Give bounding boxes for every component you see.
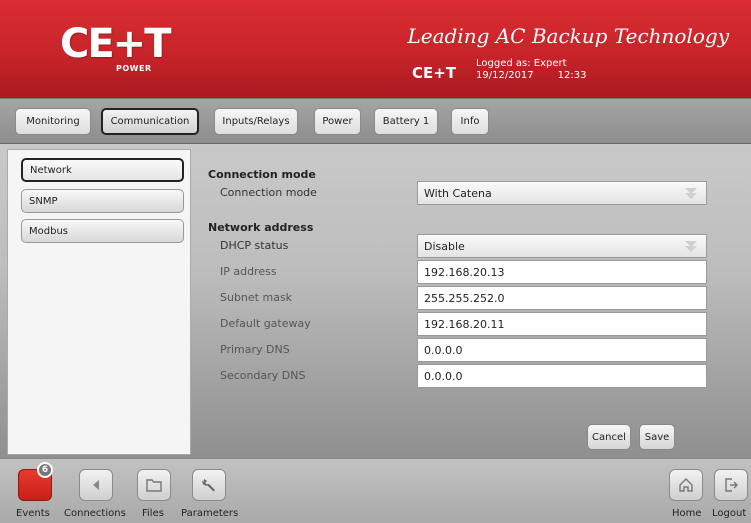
- connection-mode-heading: Connection mode: [208, 168, 316, 181]
- main-tab-bar: Monitoring Communication Inputs/Relays P…: [0, 98, 751, 144]
- dhcp-status-value: Disable: [424, 239, 465, 253]
- date-text: 19/12/2017: [476, 70, 534, 81]
- connection-mode-value: With Catena: [424, 186, 492, 200]
- tab-monitoring[interactable]: Monitoring: [15, 108, 91, 135]
- sidebar: Network SNMP Modbus: [7, 149, 191, 455]
- logout-icon: [725, 478, 738, 492]
- connections-button[interactable]: [79, 469, 113, 501]
- tab-inputs-relays[interactable]: Inputs/Relays: [214, 108, 298, 135]
- sidebar-item-modbus[interactable]: Modbus: [21, 219, 184, 243]
- primary-dns-label: Primary DNS: [220, 343, 290, 356]
- tab-power[interactable]: Power: [314, 108, 361, 135]
- cet-logo: CE+T POWER: [60, 21, 171, 82]
- secondary-dns-field[interactable]: 0.0.0.0: [417, 364, 707, 388]
- chevron-down-icon: [684, 241, 698, 253]
- parameters-button[interactable]: [192, 469, 226, 501]
- events-label: Events: [16, 508, 50, 519]
- connections-icon: [93, 480, 99, 490]
- dhcp-status-label: DHCP status: [220, 239, 289, 252]
- connection-mode-label: Connection mode: [220, 186, 317, 199]
- datetime-row: 19/12/2017 12:33: [476, 70, 610, 82]
- logged-as-text: Logged as: Expert: [476, 58, 567, 69]
- primary-dns-field[interactable]: 0.0.0.0: [417, 338, 707, 362]
- default-gateway-field[interactable]: 192.168.20.11: [417, 312, 707, 336]
- logout-button[interactable]: [714, 469, 748, 501]
- logo-text: CE+T: [60, 21, 171, 67]
- secondary-dns-label: Secondary DNS: [220, 369, 306, 382]
- subnet-mask-label: Subnet mask: [220, 291, 293, 304]
- home-label: Home: [672, 508, 702, 519]
- app-header: CE+T POWER Leading AC Backup Technology …: [0, 0, 751, 98]
- sidebar-item-snmp[interactable]: SNMP: [21, 189, 184, 213]
- tab-battery-1[interactable]: Battery 1: [374, 108, 438, 135]
- chevron-down-icon: [684, 188, 698, 200]
- ip-address-label: IP address: [220, 265, 277, 278]
- network-address-heading: Network address: [208, 221, 314, 234]
- dhcp-status-select[interactable]: Disable: [417, 234, 707, 258]
- wrench-icon: [202, 479, 215, 492]
- subnet-mask-field[interactable]: 255.255.252.0: [417, 286, 707, 310]
- login-info: Logged as: Expert 19/12/2017 12:33: [476, 58, 610, 82]
- time-text: 12:33: [557, 70, 587, 81]
- tagline: Leading AC Backup Technology: [407, 24, 729, 48]
- brand-name: CE+T: [412, 64, 457, 82]
- logo-subtext: POWER: [116, 64, 152, 73]
- folder-icon: [146, 479, 162, 492]
- home-button[interactable]: [669, 469, 703, 501]
- tab-communication[interactable]: Communication: [101, 108, 199, 135]
- parameters-label: Parameters: [181, 508, 239, 519]
- main-panel: Network SNMP Modbus Connection mode Conn…: [0, 144, 751, 458]
- ip-address-field[interactable]: 192.168.20.13: [417, 260, 707, 284]
- save-button[interactable]: Save: [639, 424, 675, 450]
- logout-label: Logout: [712, 508, 747, 519]
- connection-mode-select[interactable]: With Catena: [417, 181, 707, 205]
- home-icon: [679, 478, 693, 492]
- cancel-button[interactable]: Cancel: [587, 424, 631, 450]
- sidebar-item-network[interactable]: Network: [21, 158, 184, 182]
- events-count-badge: 6: [37, 462, 53, 478]
- files-button[interactable]: [137, 469, 171, 501]
- footer-toolbar: 6 Events Connections Files Parameters Ho…: [0, 458, 751, 523]
- files-label: Files: [142, 508, 164, 519]
- tab-info[interactable]: Info: [451, 108, 489, 135]
- default-gateway-label: Default gateway: [220, 317, 311, 330]
- connections-label: Connections: [64, 508, 126, 519]
